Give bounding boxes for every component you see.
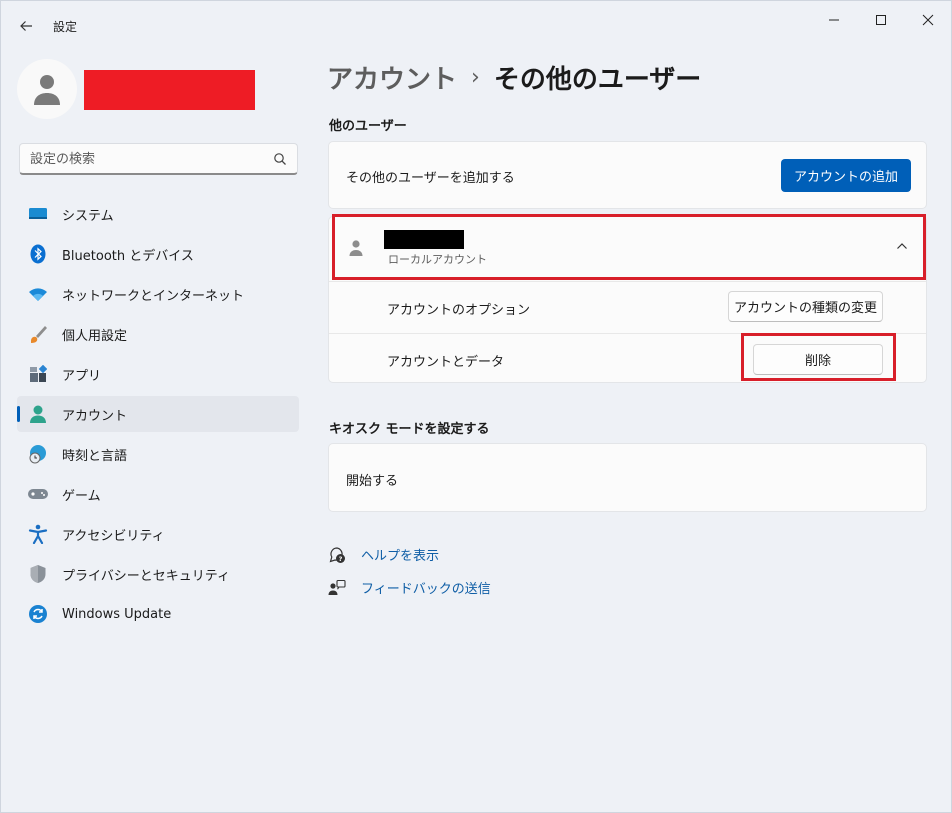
search-box[interactable] [19, 143, 298, 175]
accessibility-icon [27, 523, 49, 545]
app-title: 設定 [53, 20, 78, 34]
sidebar-item-label: アプリ [62, 368, 102, 384]
sidebar-item-label: アカウント [62, 408, 128, 424]
breadcrumb: アカウント › その他のユーザー [327, 59, 701, 96]
kiosk-start-label: 開始する [346, 474, 399, 489]
help-link[interactable]: ヘルプを表示 [361, 545, 439, 564]
add-user-label: その他のユーザーを追加する [346, 171, 515, 186]
sidebar-item-personalization[interactable]: 個人用設定 [17, 316, 299, 352]
title-bar: 設定 [1, 1, 952, 49]
sidebar-item-bluetooth[interactable]: Bluetooth とデバイス [17, 236, 299, 272]
sidebar-item-label: Bluetooth とデバイス [62, 248, 194, 264]
feedback-link[interactable]: フィードバックの送信 [361, 578, 491, 597]
minimize-icon [829, 19, 839, 21]
maximize-button[interactable] [858, 5, 904, 35]
account-type-label: ローカルアカウント [388, 253, 487, 266]
delete-account-button[interactable]: 削除 [753, 344, 883, 375]
sidebar-item-gaming[interactable]: ゲーム [17, 476, 299, 512]
search-input[interactable] [30, 149, 260, 169]
sidebar-item-label: 時刻と言語 [62, 448, 128, 464]
page-title: その他のユーザー [493, 65, 702, 95]
bluetooth-icon [27, 243, 49, 265]
change-account-type-button[interactable]: アカウントの種類の変更 [728, 291, 883, 322]
feedback-link-row[interactable]: フィードバックの送信 [328, 578, 491, 597]
maximize-icon [876, 15, 886, 25]
account-data-row: アカウントとデータ 削除 [329, 333, 926, 384]
apps-icon [27, 363, 49, 385]
sidebar-item-network[interactable]: ネットワークとインターネット [17, 276, 299, 312]
shield-icon [27, 563, 49, 585]
wifi-icon [27, 283, 49, 305]
account-data-label: アカウントとデータ [387, 355, 505, 370]
sidebar-nav: システム Bluetooth とデバイス ネットワークとインターネット 個人用設… [17, 196, 299, 636]
sidebar-item-label: プライバシーとセキュリティ [62, 568, 230, 584]
sidebar-item-apps[interactable]: アプリ [17, 356, 299, 392]
avatar[interactable] [17, 59, 77, 119]
kiosk-card[interactable]: 開始する [328, 443, 927, 512]
user-account-header[interactable]: ローカルアカウント [329, 217, 926, 280]
sidebar-item-accounts[interactable]: アカウント [17, 396, 299, 432]
svg-text:?: ? [339, 555, 343, 563]
redacted-user-name [84, 70, 255, 110]
add-account-button[interactable]: アカウントの追加 [781, 159, 911, 192]
close-button[interactable] [905, 5, 951, 35]
user-account-card: ローカルアカウント アカウントのオプション アカウントの種類の変更 アカウントと… [328, 216, 927, 383]
gamepad-icon [27, 483, 49, 505]
minimize-button[interactable] [811, 5, 857, 35]
account-options-label: アカウントのオプション [387, 303, 531, 318]
sidebar-item-label: 個人用設定 [62, 328, 128, 344]
back-button[interactable] [11, 11, 41, 41]
redacted-account-name [384, 230, 464, 249]
close-icon [922, 14, 934, 26]
help-link-row[interactable]: ? ヘルプを表示 [328, 545, 439, 564]
sidebar-item-label: システム [62, 208, 114, 224]
feedback-icon [328, 579, 346, 597]
sidebar-item-label: アクセシビリティ [62, 528, 165, 544]
sidebar-item-accessibility[interactable]: アクセシビリティ [17, 516, 299, 552]
kiosk-heading: キオスク モードを設定する [329, 422, 490, 437]
person-icon [34, 75, 60, 105]
sidebar-item-label: ゲーム [62, 488, 101, 504]
other-users-heading: 他のユーザー [329, 119, 407, 134]
sidebar-item-windows-update[interactable]: Windows Update [17, 596, 299, 632]
breadcrumb-parent[interactable]: アカウント [327, 59, 457, 96]
refresh-icon [27, 603, 49, 625]
settings-window: 設定 システム [0, 0, 952, 813]
chevron-up-icon[interactable] [895, 239, 909, 253]
account-options-row: アカウントのオプション アカウントの種類の変更 [329, 281, 926, 332]
sidebar-item-privacy[interactable]: プライバシーとセキュリティ [17, 556, 299, 592]
breadcrumb-separator: › [471, 65, 480, 90]
search-icon[interactable] [273, 152, 287, 166]
person-icon [349, 240, 363, 256]
sidebar-item-label: Windows Update [62, 606, 172, 622]
add-user-card: その他のユーザーを追加する アカウントの追加 [328, 141, 927, 209]
help-icon: ? [328, 546, 346, 564]
account-icon [27, 403, 49, 425]
globe-clock-icon [27, 443, 49, 465]
brush-icon [27, 323, 49, 345]
monitor-icon [27, 203, 49, 225]
sidebar-item-system[interactable]: システム [17, 196, 299, 232]
arrow-left-icon [20, 21, 32, 31]
sidebar-item-label: ネットワークとインターネット [62, 288, 245, 304]
sidebar-item-time-language[interactable]: 時刻と言語 [17, 436, 299, 472]
